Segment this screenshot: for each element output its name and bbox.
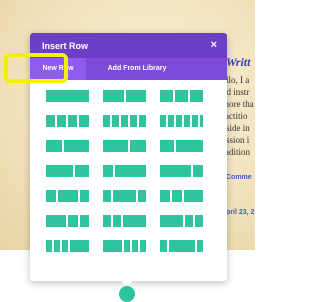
column-block [103, 140, 128, 152]
column-block [176, 140, 203, 152]
column-block [140, 240, 146, 252]
column-block [185, 215, 193, 227]
column-block [160, 140, 174, 152]
row-layout-option[interactable] [103, 165, 146, 177]
column-block [64, 140, 89, 152]
column-block [46, 240, 52, 252]
column-block [160, 215, 183, 227]
column-block [160, 240, 167, 252]
row-layout-option[interactable] [46, 240, 89, 252]
close-icon[interactable]: × [211, 39, 217, 51]
column-block [126, 90, 146, 102]
column-block [169, 240, 195, 252]
column-block [103, 190, 111, 202]
column-block [80, 190, 89, 202]
row-layout-option[interactable] [46, 215, 89, 227]
column-block [160, 90, 173, 102]
tab-new-row[interactable]: New Row [30, 58, 86, 80]
column-block [58, 190, 78, 202]
column-block [197, 240, 203, 252]
row-layout-option[interactable] [46, 115, 89, 127]
column-block [103, 90, 124, 102]
date-link[interactable]: pril 23, 2 [226, 209, 254, 216]
column-block [80, 215, 89, 227]
row-layout-option[interactable] [103, 215, 146, 227]
modal-title: Insert Row [42, 41, 89, 51]
column-block [121, 115, 128, 127]
column-block [115, 165, 146, 177]
column-block [57, 115, 66, 127]
column-block [46, 140, 62, 152]
column-block [68, 115, 77, 127]
column-block [195, 215, 203, 227]
column-block [46, 165, 73, 177]
row-layout-option[interactable] [46, 165, 89, 177]
column-block [160, 190, 170, 202]
column-block [68, 215, 78, 227]
column-block [75, 165, 89, 177]
column-block [46, 90, 89, 102]
row-layout-option[interactable] [46, 190, 89, 202]
column-block [192, 115, 198, 127]
row-layout-option[interactable] [160, 140, 203, 152]
row-layout-option[interactable] [160, 115, 203, 127]
row-layout-option[interactable] [103, 140, 146, 152]
column-block [124, 240, 130, 252]
comments-link[interactable]: Comme [226, 174, 252, 181]
column-block [175, 90, 188, 102]
column-block [190, 90, 203, 102]
column-block [113, 190, 136, 202]
row-layout-option[interactable] [160, 240, 203, 252]
column-block [193, 165, 203, 177]
column-block [168, 115, 174, 127]
column-block [103, 215, 111, 227]
row-layout-option[interactable] [103, 240, 146, 252]
bg-heading: Writt [226, 55, 251, 69]
column-block [112, 115, 119, 127]
row-layout-option[interactable] [160, 190, 203, 202]
row-layout-option[interactable] [103, 190, 146, 202]
column-block [160, 165, 191, 177]
row-layout-option[interactable] [103, 115, 146, 127]
column-block [130, 140, 146, 152]
column-block [123, 215, 146, 227]
tab-add-from-library[interactable]: Add From Library [92, 58, 182, 80]
column-block [176, 115, 182, 127]
column-block [62, 240, 68, 252]
column-block [160, 115, 166, 127]
insert-row-modal: Insert Row × New Row Add From Library [30, 33, 227, 281]
modal-header: Insert Row × [30, 33, 227, 58]
column-block [130, 115, 137, 127]
column-block [54, 240, 60, 252]
column-block [46, 190, 56, 202]
column-block [46, 215, 66, 227]
add-row-button[interactable] [119, 286, 135, 302]
row-layout-option[interactable] [160, 215, 203, 227]
column-block [103, 240, 122, 252]
row-layout-option[interactable] [160, 165, 203, 177]
column-block [172, 190, 182, 202]
column-block [139, 115, 146, 127]
column-block [138, 190, 146, 202]
column-block [184, 115, 190, 127]
tab-bar: New Row Add From Library [30, 58, 227, 80]
row-layout-option[interactable] [46, 90, 89, 102]
column-block [103, 165, 113, 177]
row-layout-option[interactable] [160, 90, 203, 102]
row-layout-grid [30, 80, 227, 280]
column-block [200, 115, 203, 127]
row-layout-option[interactable] [46, 140, 89, 152]
column-block [103, 115, 110, 127]
column-block [184, 190, 203, 202]
column-block [79, 115, 89, 127]
column-block [113, 215, 121, 227]
column-block [132, 240, 138, 252]
column-block [70, 240, 89, 252]
row-layout-option[interactable] [103, 90, 146, 102]
column-block [46, 115, 55, 127]
